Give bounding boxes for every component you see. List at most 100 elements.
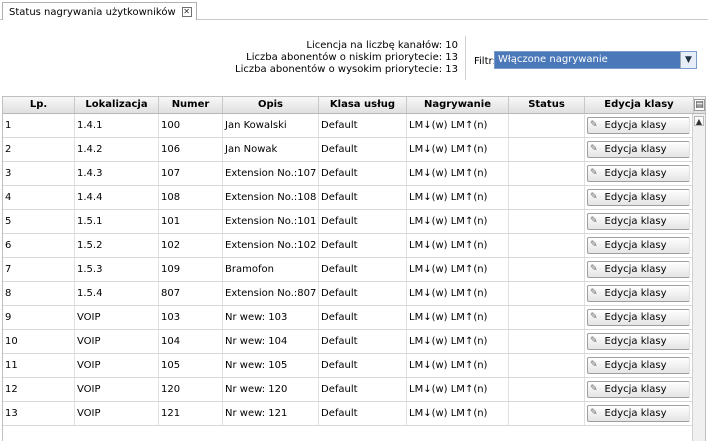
cell-lokalizacja: VOIP [75,330,159,353]
edit-class-button[interactable]: ✎ Edycja klasy [587,381,690,398]
low-priority-count: Liczba abonentów o niskim priorytecie: 1… [246,52,458,63]
col-lokalizacja[interactable]: Lokalizacja [75,97,159,113]
filter-label: Filtr: [474,56,496,67]
edit-class-button[interactable]: ✎ Edycja klasy [587,189,690,206]
filter-select[interactable]: Włączone nagrywanie ▼ [494,51,697,69]
cell-edycja: ✎ Edycja klasy [585,258,694,281]
pencil-icon: ✎ [590,336,598,346]
cell-numer: 103 [159,306,223,329]
col-numer[interactable]: Numer [159,97,223,113]
cell-opis: Extension No.:108 [223,186,319,209]
cell-klasa: Default [319,306,407,329]
cell-numer: 100 [159,114,223,137]
pencil-icon: ✎ [590,360,598,370]
cell-lp: 6 [3,234,75,257]
column-menu-icon[interactable]: ▤ [694,99,705,111]
cell-numer: 107 [159,162,223,185]
cell-edycja: ✎ Edycja klasy [585,378,694,401]
cell-status [509,306,585,329]
cell-numer: 109 [159,258,223,281]
edit-class-label: Edycja klasy [604,216,667,227]
table-row[interactable]: 7 1.5.3 109 Bramofon Default LM↓(w) LM↑(n) ✎ Ed… [3,258,705,282]
edit-class-label: Edycja klasy [604,264,667,275]
col-nagrywanie[interactable]: Nagrywanie [407,97,509,113]
edit-class-button[interactable]: ✎ Edycja klasy [587,117,690,134]
pencil-icon: ✎ [590,264,598,274]
edit-class-button[interactable]: ✎ Edycja klasy [587,165,690,182]
pencil-icon: ✎ [590,120,598,130]
pencil-icon: ✎ [590,240,598,250]
edit-class-button[interactable]: ✎ Edycja klasy [587,357,690,374]
table-row[interactable]: 13 VOIP 121 Nr wew: 121 Default LM↓(w) LM↑(n)… [3,402,705,426]
cell-numer: 105 [159,354,223,377]
table-row[interactable]: 2 1.4.2 106 Jan Nowak Default LM↓(w) LM↑(n) ✎ E… [3,138,705,162]
pencil-icon: ✎ [590,312,598,322]
table-row[interactable]: 4 1.4.4 108 Extension No.:108 Default LM↓(w) … [3,186,705,210]
cell-klasa: Default [319,282,407,305]
cell-numer: 102 [159,234,223,257]
cell-edycja: ✎ Edycja klasy [585,306,694,329]
cell-lp: 11 [3,354,75,377]
edit-class-button[interactable]: ✎ Edycja klasy [587,285,690,302]
col-lp[interactable]: Lp. [3,97,75,113]
edit-class-label: Edycja klasy [604,192,667,203]
vertical-scrollbar[interactable]: ▲ [692,114,705,441]
cell-nagrywanie: LM↓(w) LM↑(n) [407,186,509,209]
edit-class-button[interactable]: ✎ Edycja klasy [587,405,690,422]
cell-opis: Extension No.:807 [223,282,319,305]
cell-status [509,114,585,137]
cell-lp: 5 [3,210,75,233]
pencil-icon: ✎ [590,144,598,154]
table-row[interactable]: 8 1.5.4 807 Extension No.:807 Default LM↓(w) … [3,282,705,306]
cell-opis: Bramofon [223,258,319,281]
col-status[interactable]: Status [509,97,585,113]
cell-edycja: ✎ Edycja klasy [585,162,694,185]
edit-class-button[interactable]: ✎ Edycja klasy [587,333,690,350]
cell-nagrywanie: LM↓(w) LM↑(n) [407,330,509,353]
cell-status [509,402,585,425]
cell-lokalizacja: 1.4.4 [75,186,159,209]
edit-class-button[interactable]: ✎ Edycja klasy [587,213,690,230]
table-header: Lp. Lokalizacja Numer Opis Klasa usług N… [3,97,705,114]
cell-edycja: ✎ Edycja klasy [585,210,694,233]
table-row[interactable]: 9 VOIP 103 Nr wew: 103 Default LM↓(w) LM↑(n) ✎… [3,306,705,330]
edit-class-button[interactable]: ✎ Edycja klasy [587,309,690,326]
table-row[interactable]: 10 VOIP 104 Nr wew: 104 Default LM↓(w) LM↑(n)… [3,330,705,354]
cell-klasa: Default [319,354,407,377]
table-row[interactable]: 3 1.4.3 107 Extension No.:107 Default LM↓(w) … [3,162,705,186]
tab-bar: Status nagrywania użytkowników ✕ [0,0,708,21]
chevron-down-icon[interactable]: ▼ [680,52,696,68]
edit-class-label: Edycja klasy [604,144,667,155]
cell-numer: 106 [159,138,223,161]
edit-class-button[interactable]: ✎ Edycja klasy [587,141,690,158]
pencil-icon: ✎ [590,408,598,418]
cell-status [509,186,585,209]
cell-lp: 4 [3,186,75,209]
cell-opis: Extension No.:101 [223,210,319,233]
cell-lp: 2 [3,138,75,161]
recording-table: Lp. Lokalizacja Numer Opis Klasa usług N… [2,96,706,441]
table-row[interactable]: 6 1.5.2 102 Extension No.:102 Default LM↓(w) … [3,234,705,258]
edit-class-button[interactable]: ✎ Edycja klasy [587,261,690,278]
edit-class-label: Edycja klasy [604,120,667,131]
edit-class-label: Edycja klasy [604,360,667,371]
edit-class-button[interactable]: ✎ Edycja klasy [587,237,690,254]
scroll-up-icon[interactable]: ▲ [694,116,704,126]
pencil-icon: ✎ [590,216,598,226]
tab-recording-status[interactable]: Status nagrywania użytkowników ✕ [2,2,197,21]
col-opis[interactable]: Opis [223,97,319,113]
col-klasa-uslug[interactable]: Klasa usług [319,97,407,113]
table-row[interactable]: 1 1.4.1 100 Jan Kowalski Default LM↓(w) LM↑(n… [3,114,705,138]
pencil-icon: ✎ [590,384,598,394]
cell-opis: Nr wew: 103 [223,306,319,329]
col-edycja-klasy[interactable]: Edycja klasy [585,97,694,113]
cell-status [509,210,585,233]
pencil-icon: ✎ [590,288,598,298]
table-row[interactable]: 12 VOIP 120 Nr wew: 120 Default LM↓(w) LM↑(n)… [3,378,705,402]
table-row[interactable]: 11 VOIP 105 Nr wew: 105 Default LM↓(w) LM↑(n)… [3,354,705,378]
table-row[interactable]: 5 1.5.1 101 Extension No.:101 Default LM↓(w) … [3,210,705,234]
cell-lp: 9 [3,306,75,329]
cell-nagrywanie: LM↓(w) LM↑(n) [407,282,509,305]
close-icon[interactable]: ✕ [181,7,192,17]
cell-nagrywanie: LM↓(w) LM↑(n) [407,402,509,425]
